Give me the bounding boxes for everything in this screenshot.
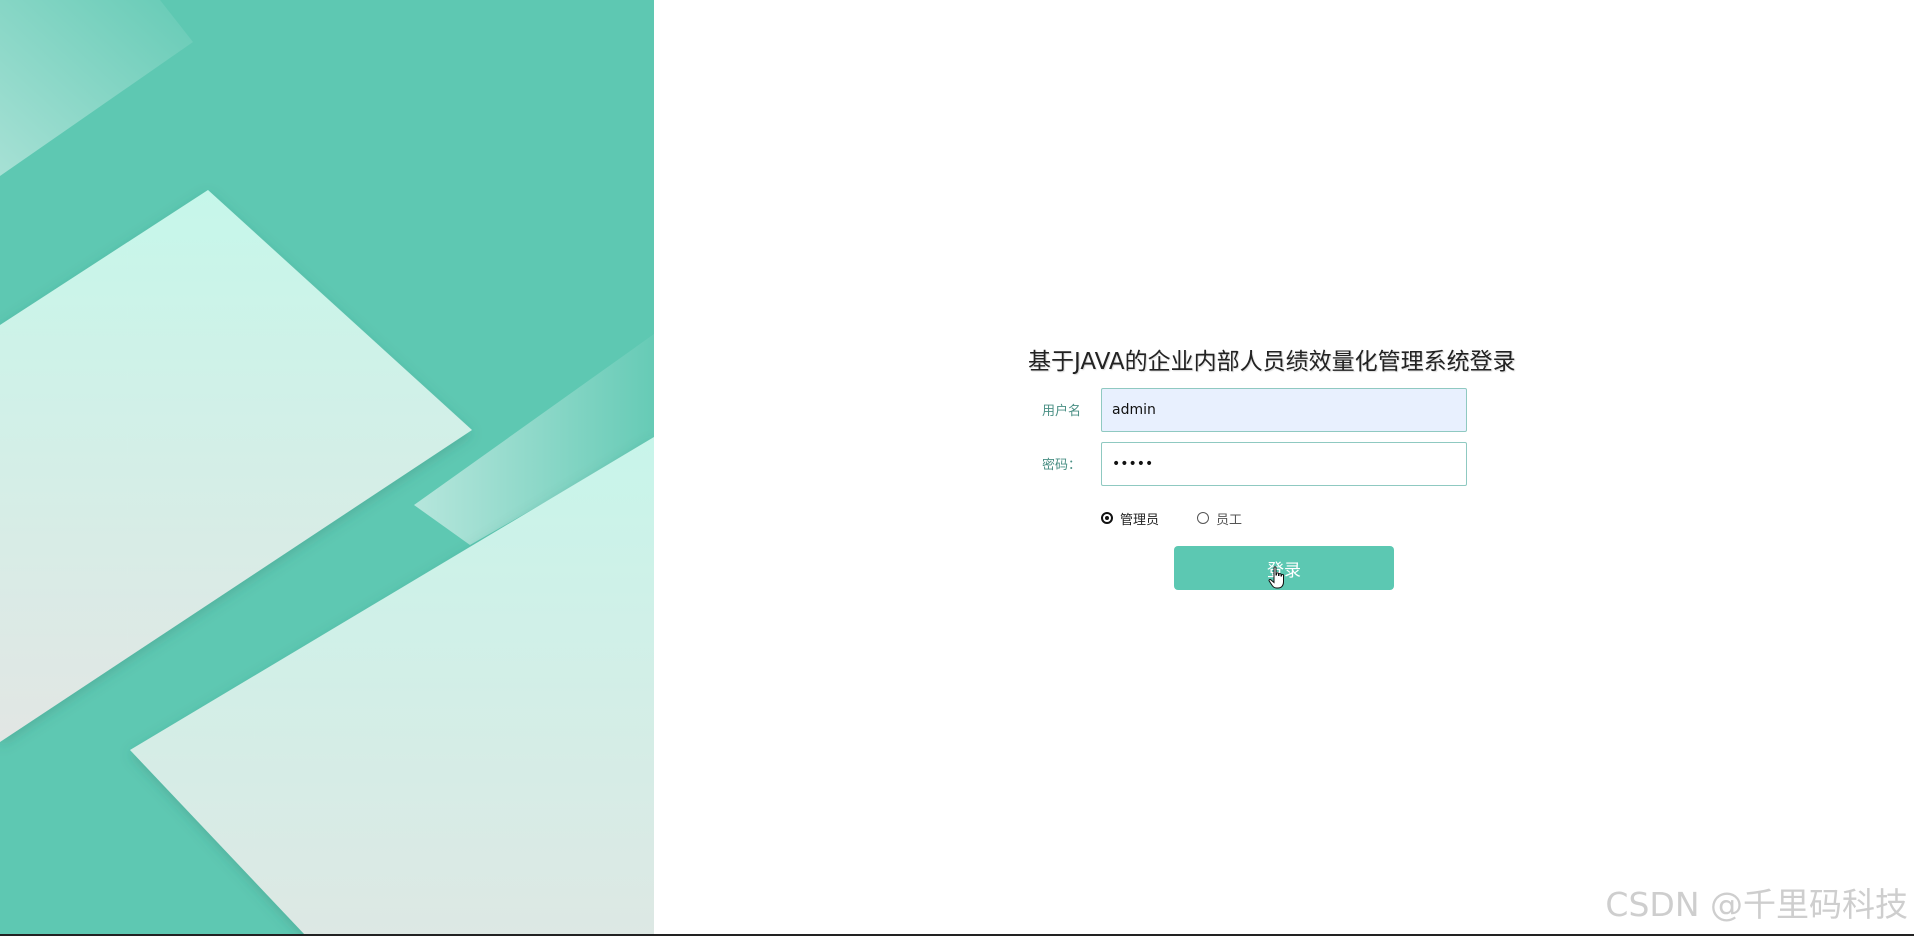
- login-page: 基于JAVA的企业内部人员绩效量化管理系统登录 用户名 密码： 管理员 员工 登…: [0, 0, 1914, 936]
- role-admin-radio[interactable]: 管理员: [1101, 508, 1159, 528]
- role-admin-label: 管理员: [1120, 512, 1160, 528]
- username-row: 用户名: [1010, 388, 1570, 432]
- role-radio-group: 管理员 员工: [1101, 508, 1501, 528]
- watermark-text: CSDN @千里码科技: [1605, 885, 1908, 924]
- password-label: 密码：: [1042, 458, 1082, 473]
- page-title: 基于JAVA的企业内部人员绩效量化管理系统登录: [1028, 349, 1516, 375]
- decorative-side-panel: [0, 0, 654, 936]
- hand-pointer-icon: [1268, 566, 1284, 589]
- radio-unchecked-icon: [1197, 512, 1209, 524]
- password-input[interactable]: [1101, 442, 1467, 486]
- username-input[interactable]: [1101, 388, 1467, 432]
- radio-checked-icon: [1101, 512, 1113, 524]
- username-label: 用户名: [1042, 404, 1082, 419]
- password-row: 密码：: [1010, 442, 1570, 486]
- role-staff-radio[interactable]: 员工: [1197, 508, 1242, 528]
- decorative-background: [0, 0, 654, 936]
- role-staff-label: 员工: [1216, 512, 1243, 528]
